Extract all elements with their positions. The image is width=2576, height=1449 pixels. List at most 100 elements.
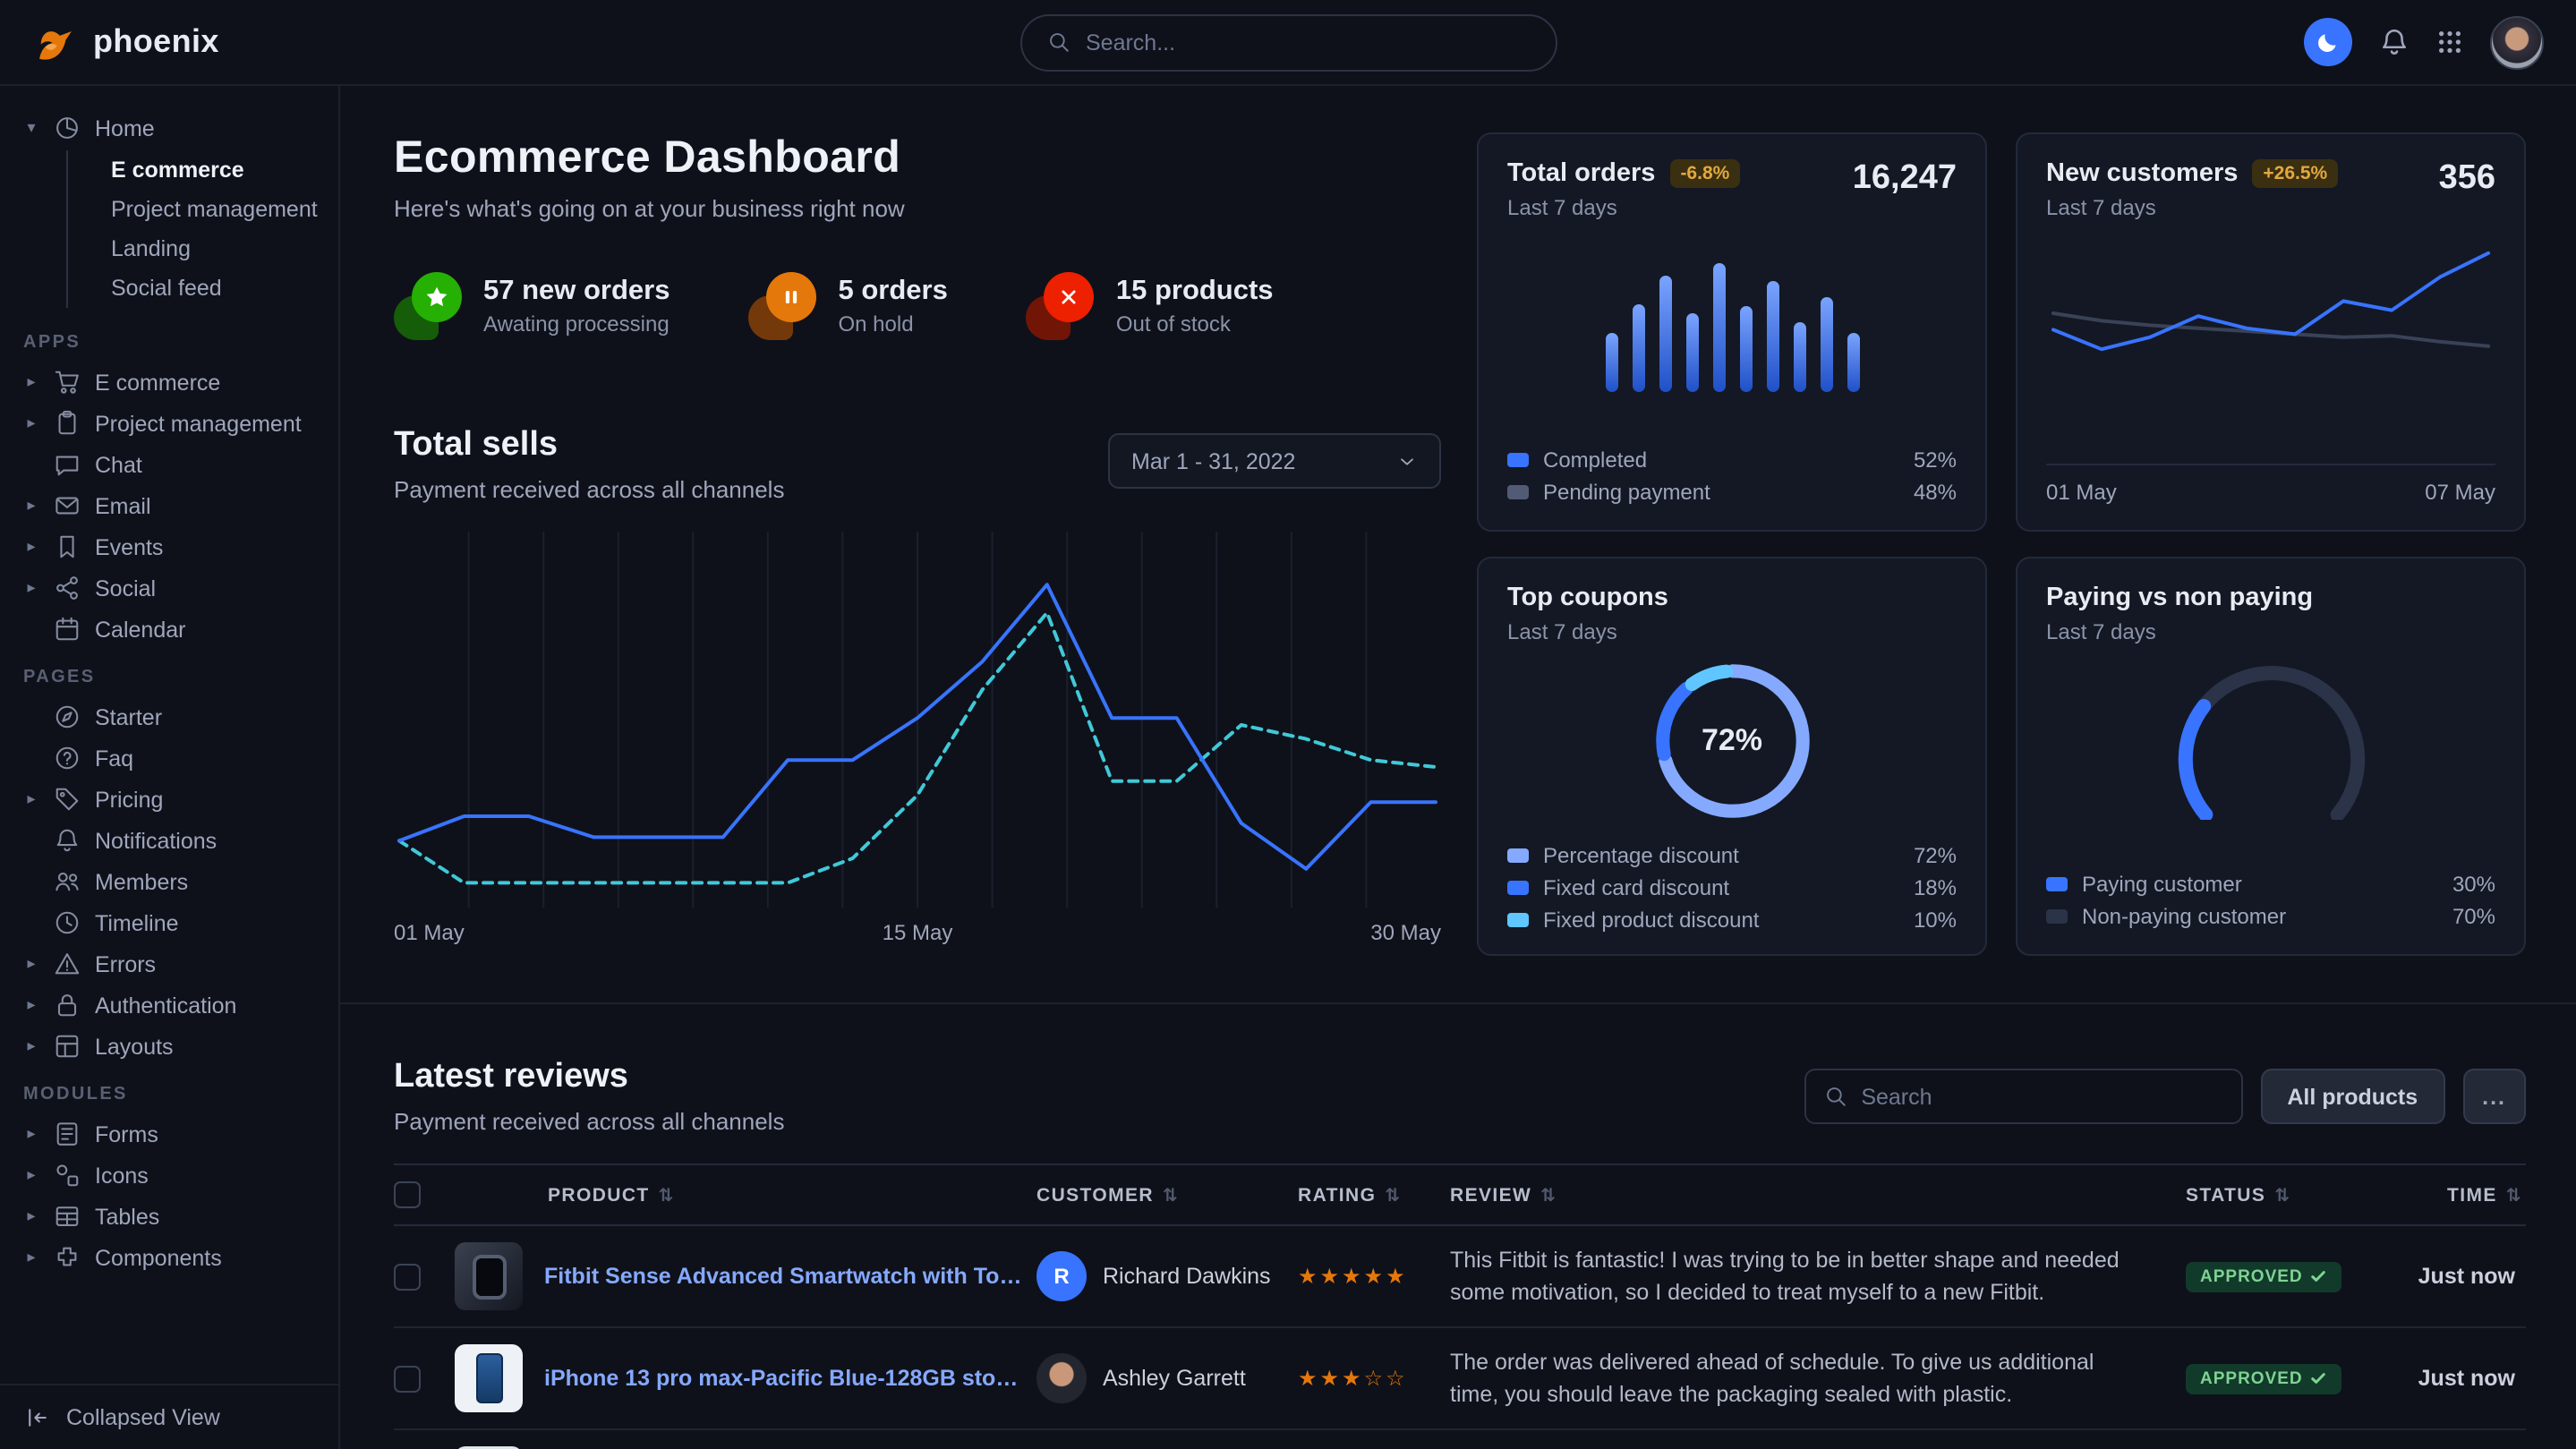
status-badge: APPROVED	[2186, 1261, 2342, 1291]
brand[interactable]: phoenix	[32, 19, 340, 65]
reviews-subtitle: Payment received across all channels	[394, 1108, 784, 1135]
select-all-checkbox[interactable]	[394, 1181, 421, 1208]
question-icon	[54, 745, 81, 771]
top-coupons-card: Top coupons Last 7 days 72% Percentage d…	[1477, 557, 1987, 956]
sidebar-item-starter[interactable]: Starter	[0, 696, 338, 737]
navbar-search-input[interactable]	[1086, 30, 1530, 55]
notifications-button[interactable]	[2379, 27, 2410, 57]
sidebar-item-events[interactable]: ▸Events	[0, 526, 338, 567]
chat-icon	[54, 451, 81, 478]
review-time: Just now	[2386, 1327, 2526, 1429]
date-range-select[interactable]: Mar 1 - 31, 2022	[1108, 433, 1441, 489]
legend-non-paying-customer: Non-paying customer70%	[2046, 904, 2495, 929]
sidebar-item-project-management[interactable]: ▸Project management	[0, 403, 338, 444]
coupons-donut: 72%	[1644, 653, 1820, 829]
total-orders-card: Total orders -6.8% Last 7 days 16,247 Co…	[1477, 132, 1987, 532]
sidebar-item-social[interactable]: ▸Social	[0, 567, 338, 609]
sidebar-section-title: MODULES	[0, 1067, 338, 1113]
collapse-icon	[25, 1405, 50, 1430]
sidebar-item-chat[interactable]: Chat	[0, 444, 338, 485]
sidebar-item-members[interactable]: Members	[0, 861, 338, 902]
grid-icon	[2436, 29, 2463, 55]
sidebar-item-notifications[interactable]: Notifications	[0, 820, 338, 861]
pie-icon	[54, 115, 81, 141]
star-icon	[424, 285, 449, 310]
caret-right-icon: ▸	[23, 578, 39, 598]
mail-icon	[54, 492, 81, 519]
sidebar-item-components[interactable]: ▸Components	[0, 1237, 338, 1278]
clock-icon	[54, 909, 81, 936]
caret-right-icon: ▸	[23, 372, 39, 392]
reviews-search-input[interactable]	[1861, 1084, 2222, 1109]
sidebar-item-errors[interactable]: ▸Errors	[0, 943, 338, 984]
caret-right-icon: ▸	[23, 1165, 39, 1185]
sidebar-item-layouts[interactable]: ▸Layouts	[0, 1026, 338, 1067]
column-time[interactable]: TIME⇅	[2386, 1164, 2526, 1225]
sidebar-item-landing[interactable]: Landing	[68, 229, 338, 268]
column-product[interactable]: PRODUCT⇅	[455, 1164, 1036, 1225]
total-sells-svg	[394, 532, 1441, 908]
sidebar-item-social-feed[interactable]: Social feed	[68, 268, 338, 308]
chevron-down-icon	[1396, 450, 1418, 472]
column-rating[interactable]: RATING⇅	[1298, 1164, 1450, 1225]
sidebar-item-icons[interactable]: ▸Icons	[0, 1155, 338, 1196]
column-status[interactable]: STATUS⇅	[2186, 1164, 2386, 1225]
column-review[interactable]: REVIEW⇅	[1450, 1164, 2186, 1225]
theme-toggle-button[interactable]	[2304, 18, 2352, 66]
sidebar-item-e-commerce[interactable]: E commerce	[68, 150, 338, 190]
reviews-search[interactable]	[1804, 1069, 2242, 1124]
bookmark-icon	[54, 533, 81, 560]
card-period: Last 7 days	[2046, 195, 2338, 220]
sidebar-item-pricing[interactable]: ▸Pricing	[0, 779, 338, 820]
sort-icon: ⇅	[1385, 1186, 1401, 1206]
paying-legend: Paying customer30%Non-paying customer70%	[2046, 872, 2495, 929]
apps-grid-button[interactable]	[2436, 29, 2463, 55]
sidebar-item-calendar[interactable]: Calendar	[0, 609, 338, 650]
row-checkbox[interactable]	[394, 1263, 421, 1290]
card-period: Last 7 days	[1507, 195, 1740, 220]
product-link[interactable]: iPhone 13 pro max-Pacific Blue-128GB sto…	[544, 1366, 1026, 1391]
search-icon	[1046, 30, 1070, 54]
sidebar-item-tables[interactable]: ▸Tables	[0, 1196, 338, 1237]
customers-line-chart	[2046, 220, 2495, 464]
sidebar-section-title: PAGES	[0, 650, 338, 696]
pause-badge-icon	[749, 272, 817, 340]
all-products-button[interactable]: All products	[2260, 1069, 2444, 1124]
kpi-cards: Total orders -6.8% Last 7 days 16,247 Co…	[1477, 132, 2526, 956]
bell-icon	[2379, 27, 2410, 57]
row-checkbox[interactable]	[394, 1365, 421, 1392]
user-avatar[interactable]	[2490, 15, 2544, 69]
chevron-down-icon	[1396, 450, 1418, 472]
x-icon	[1057, 285, 1082, 310]
sidebar-item-forms[interactable]: ▸Forms	[0, 1113, 338, 1155]
navbar-search[interactable]	[1019, 13, 1557, 71]
sidebar-item-e-commerce[interactable]: ▸E commerce	[0, 362, 338, 403]
section-divider	[340, 1002, 2576, 1004]
collapse-view-button[interactable]: Collapsed View	[0, 1384, 338, 1449]
more-options-button[interactable]: ...	[2462, 1069, 2526, 1124]
search-icon	[1823, 1085, 1847, 1108]
moon-icon	[2315, 29, 2341, 55]
card-period: Last 7 days	[1507, 619, 1957, 644]
card-title: Paying vs non paying	[2046, 584, 2495, 612]
sidebar-item-email[interactable]: ▸Email	[0, 485, 338, 526]
sidebar-item-authentication[interactable]: ▸Authentication	[0, 984, 338, 1026]
stat-awating-processing: 57 new ordersAwating processing	[394, 272, 670, 340]
sidebar-item-faq[interactable]: Faq	[0, 737, 338, 779]
sidebar-item-home[interactable]: ▾Home	[0, 107, 338, 149]
reviews-table: PRODUCT⇅CUSTOMER⇅RATING⇅REVIEW⇅STATUS⇅TI…	[394, 1163, 2526, 1449]
stat-out-of-stock: 15 productsOut of stock	[1027, 272, 1274, 340]
product-link[interactable]: Fitbit Sense Advanced Smartwatch with To…	[544, 1264, 1026, 1289]
calendar-icon	[54, 616, 81, 643]
review-row: iPhone 13 pro max-Pacific Blue-128GB sto…	[394, 1327, 2526, 1429]
warning-icon	[54, 950, 81, 977]
sidebar-item-project-management[interactable]: Project management	[68, 190, 338, 229]
card-title: Top coupons	[1507, 584, 1957, 612]
caret-right-icon: ▸	[23, 1206, 39, 1226]
sidebar-item-timeline[interactable]: Timeline	[0, 902, 338, 943]
status-badge: APPROVED	[2186, 1363, 2342, 1394]
shapes-icon	[54, 1162, 81, 1189]
column-customer[interactable]: CUSTOMER⇅	[1036, 1164, 1298, 1225]
stats-row: 57 new ordersAwating processing5 ordersO…	[394, 272, 1441, 340]
total-sells-subtitle: Payment received across all channels	[394, 476, 784, 503]
